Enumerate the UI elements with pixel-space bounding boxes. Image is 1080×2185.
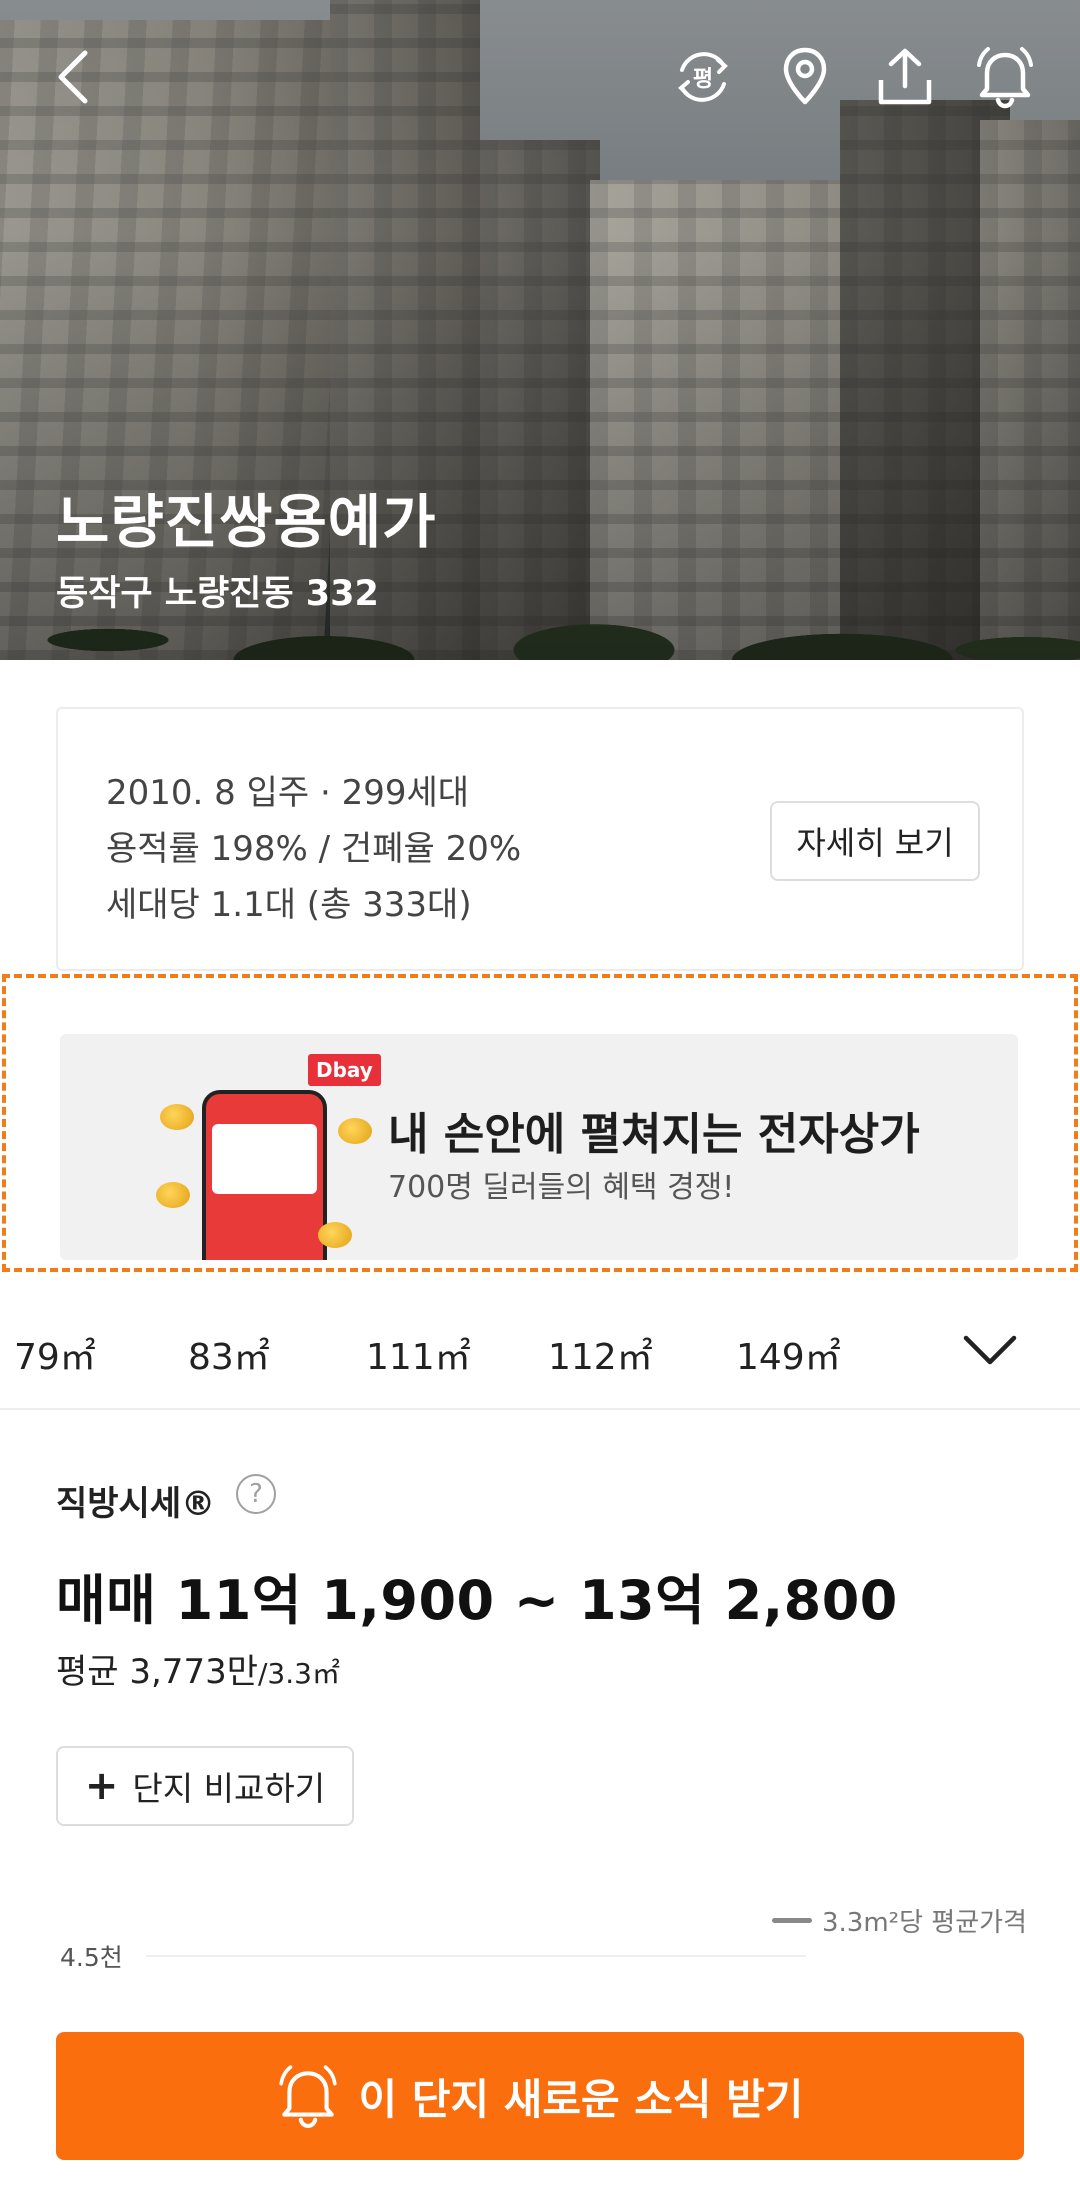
ad-title: 내 손안에 펼쳐지는 전자상가 xyxy=(388,1109,920,1160)
complex-name: 노량진쌍용예가 xyxy=(56,488,437,556)
back-button[interactable] xyxy=(38,42,108,112)
size-tab[interactable]: 149㎡ xyxy=(736,1328,841,1380)
chevron-left-icon xyxy=(58,50,88,104)
coin-illustration xyxy=(318,1222,352,1248)
average-price: 평균 3,773만/3.3㎡ xyxy=(56,1644,340,1693)
ad-subtitle: 700명 딜러들의 혜택 경쟁! xyxy=(388,1170,735,1205)
move-in-households: 2010. 8 입주 · 299세대 xyxy=(106,773,470,813)
compare-complex-button[interactable]: + 단지 비교하기 xyxy=(56,1746,354,1826)
size-tabs: 79㎡ 83㎡ 111㎡ 112㎡ 149㎡ xyxy=(0,1290,1080,1410)
y-axis-tick: 4.5천 xyxy=(60,1943,123,1972)
price-section-label: 직방시세® xyxy=(56,1484,216,1524)
notification-button[interactable] xyxy=(970,42,1040,112)
pyeong-icon: 평 xyxy=(678,52,728,102)
ad-logo: Dbay xyxy=(308,1054,381,1086)
chart-legend: 3.3m²당 평균가격 xyxy=(772,1902,1027,1939)
share-icon xyxy=(878,48,932,105)
bell-icon xyxy=(278,2065,337,2128)
size-tab[interactable]: 112㎡ xyxy=(548,1328,653,1380)
help-icon[interactable]: ? xyxy=(236,1474,276,1514)
bell-icon xyxy=(977,47,1033,109)
share-button[interactable] xyxy=(870,42,940,112)
legend-label: 3.3m²당 평균가격 xyxy=(822,1908,1027,1938)
complex-address: 동작구 노량진동 332 xyxy=(56,574,379,614)
sale-price-range: 매매 11억 1,900 ~ 13억 2,800 xyxy=(56,1569,898,1632)
pyeong-toggle-button[interactable]: 평 xyxy=(668,42,738,112)
chevron-down-icon xyxy=(963,1335,1017,1365)
size-tab[interactable]: 79㎡ xyxy=(14,1328,96,1380)
hero-image: 평 노량진쌍용예가 동작구 노량진동 332 xyxy=(0,0,1080,660)
subscribe-news-button[interactable]: 이 단지 새로운 소식 받기 xyxy=(56,2032,1024,2160)
average-price-unit: /3.3㎡ xyxy=(257,1657,340,1690)
coin-illustration xyxy=(156,1182,190,1208)
legend-swatch xyxy=(772,1918,812,1923)
average-price-value: 평균 3,773만 xyxy=(56,1652,258,1692)
parking-info: 세대당 1.1대 (총 333대) xyxy=(106,885,472,925)
complex-info-card: 2010. 8 입주 · 299세대 용적률 198% / 건폐율 20% 세대… xyxy=(56,707,1024,971)
floor-area-ratio: 용적률 198% / 건폐율 20% xyxy=(106,829,522,869)
cta-label: 이 단지 새로운 소식 받기 xyxy=(358,2074,804,2124)
phone-illustration xyxy=(202,1090,327,1260)
plus-icon: + xyxy=(84,1763,119,1809)
map-pin-icon xyxy=(783,47,827,105)
svg-text:평: 평 xyxy=(693,67,713,92)
location-button[interactable] xyxy=(770,42,840,112)
size-tab[interactable]: 111㎡ xyxy=(366,1328,471,1380)
expand-sizes-button[interactable] xyxy=(955,1320,1025,1380)
size-tab[interactable]: 83㎡ xyxy=(188,1328,270,1380)
coin-illustration xyxy=(160,1104,194,1130)
view-details-button[interactable]: 자세히 보기 xyxy=(770,801,980,881)
coin-illustration xyxy=(338,1118,372,1144)
ad-banner[interactable]: Dbay 내 손안에 펼쳐지는 전자상가 700명 딜러들의 혜택 경쟁! xyxy=(60,1034,1018,1260)
chart-gridline xyxy=(146,1955,806,1957)
compare-button-label: 단지 비교하기 xyxy=(132,1769,326,1808)
